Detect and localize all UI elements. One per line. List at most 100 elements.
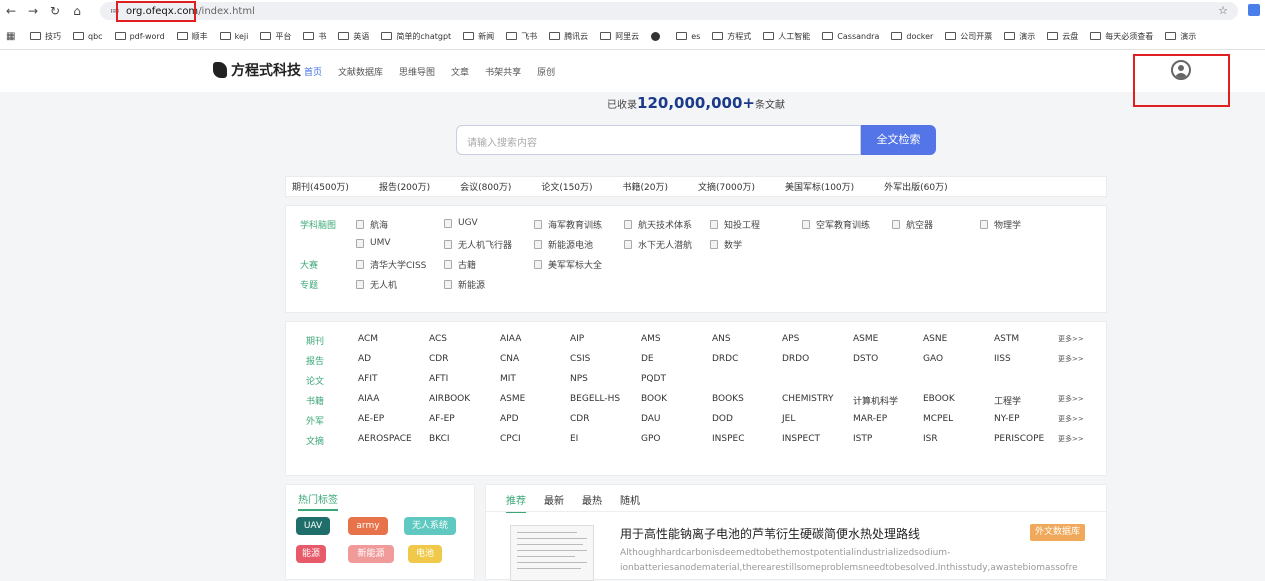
db-cell[interactable]: BOOK [641,394,667,404]
bookmark-item[interactable]: 每天必须查看 [1090,31,1153,42]
db-cell[interactable]: 计算机科学 [853,394,898,407]
bookmark-item[interactable]: 英语 [338,31,369,42]
db-cell[interactable]: AFTI [429,374,448,384]
bookmark-item[interactable]: es [676,32,700,41]
nav-item[interactable]: 原创 [537,65,555,78]
db-cell[interactable]: EI [570,434,578,444]
subject-item[interactable]: 新能源 [444,278,485,291]
bookmark-item[interactable]: Cassandra [822,32,879,41]
stats-item[interactable]: 书籍(20万) [623,180,668,193]
hot-tag[interactable]: 新能源 [348,545,394,563]
db-cell[interactable]: DE [641,354,654,364]
subject-item[interactable]: 无人机飞行器 [444,238,512,251]
stats-item[interactable]: 论文(150万) [541,180,592,193]
db-cell[interactable]: AIAA [358,394,379,404]
nav-item[interactable]: 思维导图 [399,65,435,78]
bookmark-item[interactable]: 腾讯云 [549,31,588,42]
db-cell[interactable]: ACS [429,334,447,344]
article-thumbnail[interactable] [510,525,594,581]
db-cell[interactable]: CNA [500,354,519,364]
extension-icon[interactable] [1248,4,1260,16]
db-cell[interactable]: BEGELL-HS [570,394,620,404]
db-cell[interactable]: DAU [641,414,661,424]
stats-item[interactable]: 会议(800万) [460,180,511,193]
bookmark-item[interactable]: 简单的chatgpt [381,31,451,42]
db-cell[interactable]: DOD [712,414,733,424]
db-cell[interactable]: ACM [358,334,378,344]
db-more-link[interactable]: 更多>> [1058,354,1084,364]
db-cell[interactable]: AD [358,354,371,364]
subject-item[interactable]: UGV [444,218,478,228]
subject-item[interactable]: 古籍 [444,258,476,271]
db-cell[interactable]: AEROSPACE [358,434,412,444]
stats-item[interactable]: 文摘(7000万) [698,180,755,193]
bookmark-item[interactable]: 云盘 [1047,31,1078,42]
search-button[interactable]: 全文检索 [861,125,936,155]
db-cell[interactable]: DRDC [712,354,738,364]
db-row-label[interactable]: 期刊 [306,334,324,347]
db-cell[interactable]: AIRBOOK [429,394,470,404]
bookmark-item[interactable]: 演示 [1004,31,1035,42]
db-cell[interactable]: CPCI [500,434,521,444]
bookmark-item[interactable]: keji [219,32,248,41]
db-cell[interactable]: CSIS [570,354,590,364]
bookmark-item[interactable]: 平台 [260,31,291,42]
nav-item[interactable]: 文章 [451,65,469,78]
db-cell[interactable]: DSTO [853,354,878,364]
db-more-link[interactable]: 更多>> [1058,434,1084,444]
article-title[interactable]: 用于高性能钠离子电池的芦苇衍生硬碳简便水热处理路线 [620,525,920,542]
db-cell[interactable]: APS [782,334,799,344]
db-cell[interactable]: ASME [500,394,525,404]
db-cell[interactable]: IISS [994,354,1011,364]
subject-item[interactable]: 航空器 [892,218,933,231]
db-cell[interactable]: INSPEC [712,434,745,444]
bookmark-item[interactable]: 人工智能 [763,31,810,42]
forward-icon[interactable]: → [22,4,44,18]
subject-item[interactable]: 清华大学CISS [356,258,426,271]
subject-item[interactable]: 美军军标大全 [534,258,602,271]
stats-item[interactable]: 美国军标(100万) [785,180,854,193]
hot-tag[interactable]: 能源 [296,545,326,563]
hot-tag[interactable]: army [348,517,388,535]
bookmark-item[interactable]: 演示 [1165,31,1196,42]
db-row-label[interactable]: 论文 [306,374,324,387]
db-cell[interactable]: BKCI [429,434,450,444]
db-cell[interactable]: AMS [641,334,661,344]
hot-tag[interactable]: 无人系统 [404,517,456,535]
db-cell[interactable]: GPO [641,434,661,444]
db-row-label[interactable]: 报告 [306,354,324,367]
stats-item[interactable]: 期刊(4500万) [292,180,349,193]
feed-tab[interactable]: 最新 [544,492,564,513]
hot-tag[interactable]: 电池 [408,545,442,563]
bookmark-item[interactable]: 飞书 [506,31,537,42]
db-cell[interactable]: INSPECT [782,434,820,444]
subject-item[interactable]: 数学 [710,238,742,251]
db-cell[interactable]: 工程学 [994,394,1021,407]
db-cell[interactable]: PERISCOPE [994,434,1044,444]
bookmark-item[interactable] [651,31,664,41]
subject-item[interactable]: 新能源电池 [534,238,593,251]
db-cell[interactable]: GAO [923,354,943,364]
db-cell[interactable]: BOOKS [712,394,744,404]
db-cell[interactable]: ANS [712,334,731,344]
bookmark-star-icon[interactable]: ☆ [1218,4,1228,17]
stats-item[interactable]: 报告(200万) [379,180,430,193]
address-bar[interactable]: ≔ org.ofeqx.com/index.html ☆ [100,2,1238,20]
subject-item[interactable]: 物理学 [980,218,1021,231]
home-icon[interactable]: ⌂ [66,4,88,18]
subject-item[interactable]: 航天技术体系 [624,218,692,231]
subject-item[interactable]: 空军教育训练 [802,218,870,231]
db-cell[interactable]: MIT [500,374,516,384]
bookmark-item[interactable]: 顺丰 [176,31,208,42]
bookmark-item[interactable]: 方程式 [712,31,751,42]
db-cell[interactable]: ISTP [853,434,872,444]
feed-tab[interactable]: 推荐 [506,492,526,513]
db-row-label[interactable]: 文摘 [306,434,324,447]
bookmark-item[interactable]: 阿里云 [600,31,639,42]
db-cell[interactable]: AIP [570,334,584,344]
subject-item[interactable]: 海军教育训练 [534,218,602,231]
subject-item[interactable]: UMV [356,238,391,248]
db-cell[interactable]: NPS [570,374,588,384]
nav-item[interactable]: 书架共享 [485,65,521,78]
db-cell[interactable]: JEL [782,414,795,424]
